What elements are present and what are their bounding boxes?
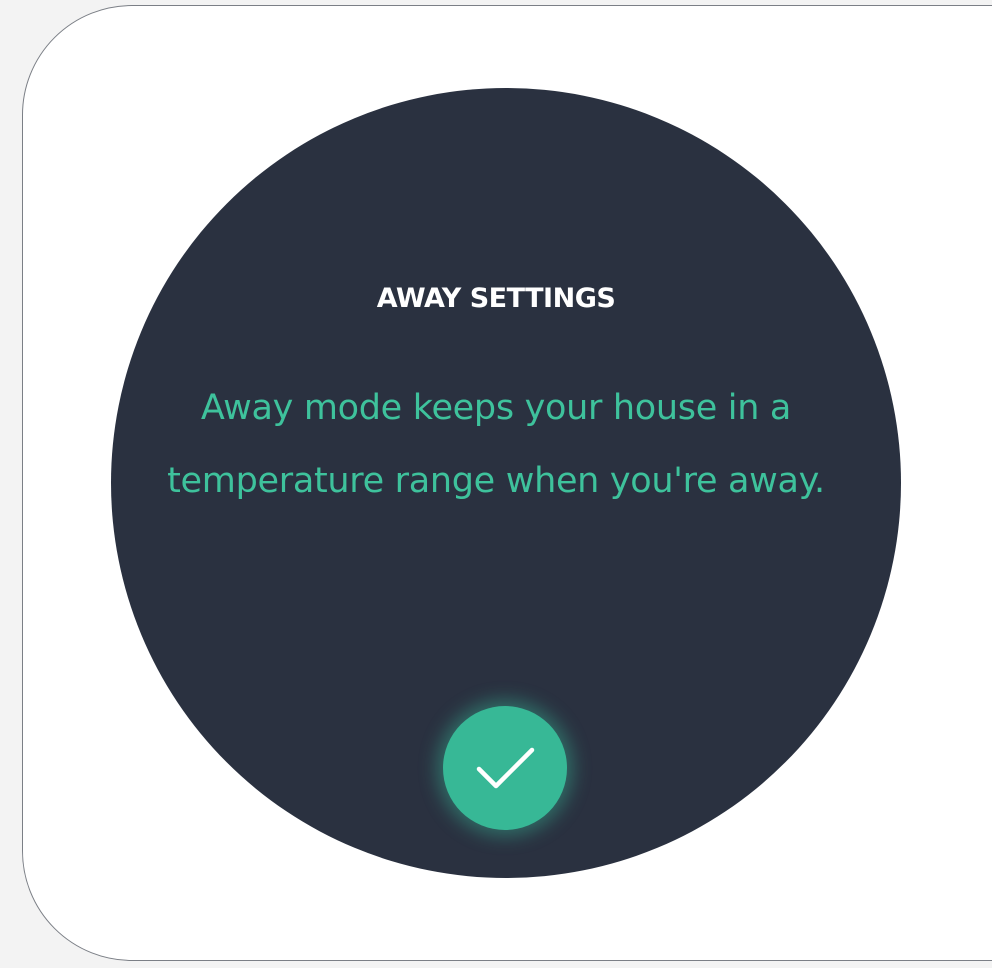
description-line-1: Away mode keeps your house in a — [200, 388, 792, 428]
away-mode-description: Away mode keeps your house in a temperat… — [0, 372, 992, 518]
description-line-2: temperature range when you're away. — [167, 461, 825, 501]
page-title: AWAY SETTINGS — [376, 283, 616, 314]
confirm-button[interactable] — [443, 706, 567, 830]
screen: AWAY SETTINGS Away mode keeps your house… — [0, 0, 992, 968]
checkmark-icon — [476, 747, 535, 789]
